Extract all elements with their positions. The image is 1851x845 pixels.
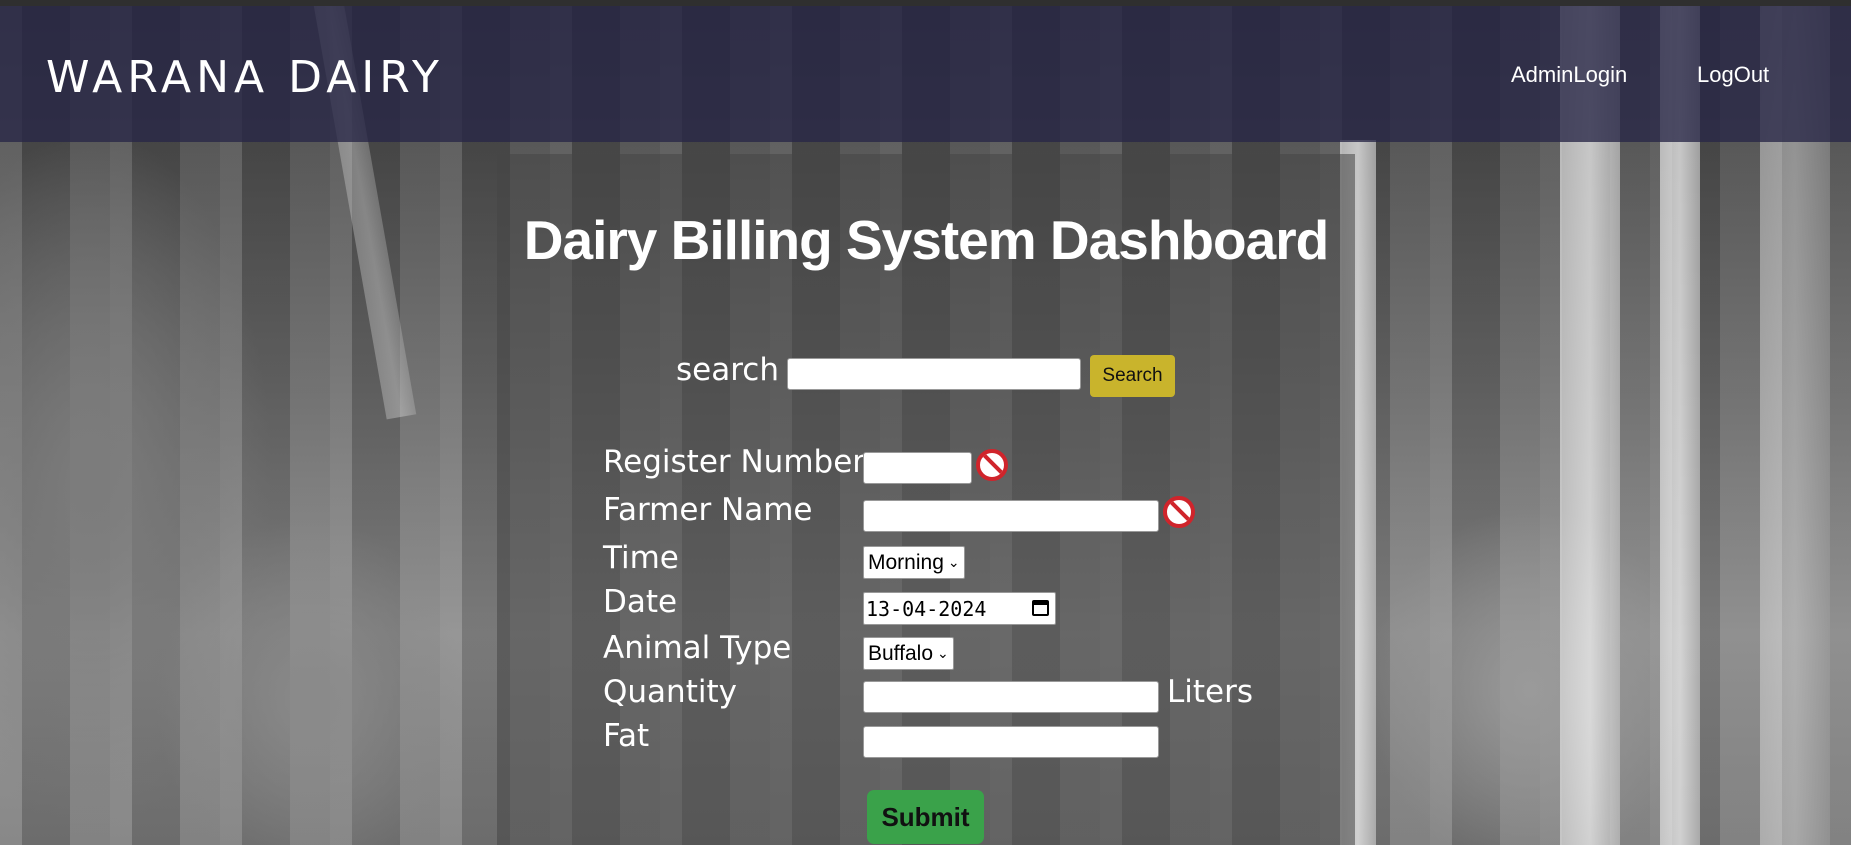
page-title: Dairy Billing System Dashboard: [523, 209, 1329, 271]
date-input[interactable]: 13-04-2024: [863, 592, 1056, 625]
search-label: search: [676, 352, 779, 388]
farmer-name-label: Farmer Name: [603, 492, 813, 528]
time-select[interactable]: Morning ⌄: [863, 546, 965, 579]
time-select-value: Morning: [868, 550, 944, 574]
fat-input[interactable]: [863, 726, 1159, 758]
nav-logout-link[interactable]: LogOut: [1697, 62, 1769, 88]
animal-type-select[interactable]: Buffalo ⌄: [863, 637, 954, 670]
search-button[interactable]: Search: [1090, 355, 1175, 397]
farmer-name-input[interactable]: [863, 500, 1159, 532]
dashboard-panel: Dairy Billing System Dashboard search Se…: [497, 154, 1355, 845]
nav-admin-login-link[interactable]: AdminLogin: [1511, 62, 1627, 88]
time-label: Time: [603, 540, 679, 576]
date-value: 13-04-2024: [866, 596, 987, 621]
quantity-label: Quantity: [603, 674, 737, 710]
animal-type-label: Animal Type: [603, 630, 792, 666]
register-number-label: Register Number: [603, 444, 866, 480]
no-entry-icon: [1163, 496, 1195, 528]
brand-logo: WARANA DAIRY: [46, 52, 444, 103]
date-label: Date: [603, 584, 678, 620]
search-input[interactable]: [787, 358, 1081, 390]
animal-type-select-value: Buffalo: [868, 641, 933, 665]
calendar-icon[interactable]: [1032, 600, 1049, 616]
quantity-unit-label: Liters: [1167, 674, 1254, 710]
register-number-input[interactable]: [863, 452, 972, 484]
site-header: WARANA DAIRY AdminLogin LogOut: [0, 6, 1851, 142]
submit-button[interactable]: Submit: [867, 790, 984, 844]
quantity-input[interactable]: [863, 681, 1159, 713]
chevron-down-icon: ⌄: [947, 554, 960, 570]
chevron-down-icon: ⌄: [937, 645, 949, 661]
no-entry-icon: [976, 449, 1008, 481]
fat-label: Fat: [603, 718, 650, 754]
